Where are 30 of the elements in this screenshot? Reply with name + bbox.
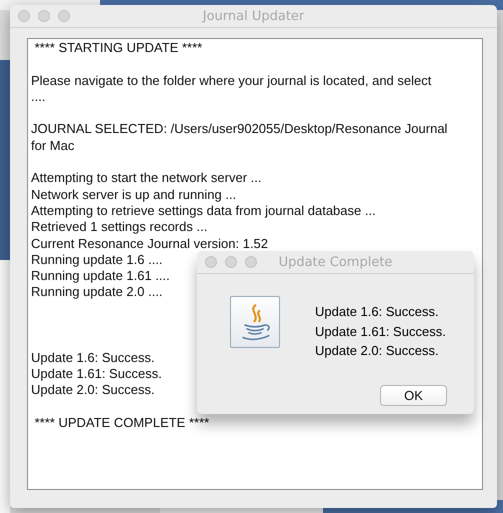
zoom-button[interactable] — [245, 256, 257, 268]
log-line: Running update 2.0 .... — [31, 284, 163, 301]
dialog-message: Update 1.61: Success. — [315, 322, 446, 341]
log-line: Attempting to start the network server ... — [31, 170, 262, 187]
close-button[interactable] — [18, 10, 30, 22]
log-line: Update 1.6: Success. — [31, 350, 155, 366]
window-title: Journal Updater — [202, 8, 304, 24]
dialog-title: Update Complete — [278, 254, 392, 270]
log-line: Running update 1.61 .... — [31, 268, 170, 284]
dialog-message: Update 1.6: Success. — [315, 303, 439, 321]
log-line: Update 2.0: Success. — [31, 382, 155, 399]
log-line: Update 1.61: Success. — [31, 366, 162, 382]
log-line: Current Resonance Journal version: 1.52 — [31, 236, 268, 252]
close-button[interactable] — [205, 256, 217, 268]
log-line: Retrieved 1 settings records ... — [31, 219, 208, 236]
log-line: Please navigate to the folder where your journal is located, and select — [31, 72, 432, 89]
log-line: Network server is up and running ... — [31, 186, 236, 203]
log-line: .... — [31, 88, 46, 106]
dialog-message: Update 2.0: Success. — [315, 342, 439, 360]
log-line: for Mac — [31, 138, 74, 154]
coffee-cup-icon — [230, 296, 280, 348]
minimize-button[interactable] — [225, 256, 237, 268]
minimize-button[interactable] — [38, 10, 50, 22]
ok-button[interactable]: OK — [380, 384, 447, 406]
log-line: **** STARTING UPDATE **** — [34, 40, 202, 56]
log-line: Attempting to retrieve settings data from journal database ... — [31, 202, 376, 220]
log-line: Running update 1.6 .... — [31, 252, 163, 268]
log-line: JOURNAL SELECTED: /Users/user902055/Desktop/Resonance Journal — [31, 121, 448, 138]
zoom-button[interactable] — [58, 10, 70, 22]
log-line: **** UPDATE COMPLETE **** — [34, 414, 210, 432]
